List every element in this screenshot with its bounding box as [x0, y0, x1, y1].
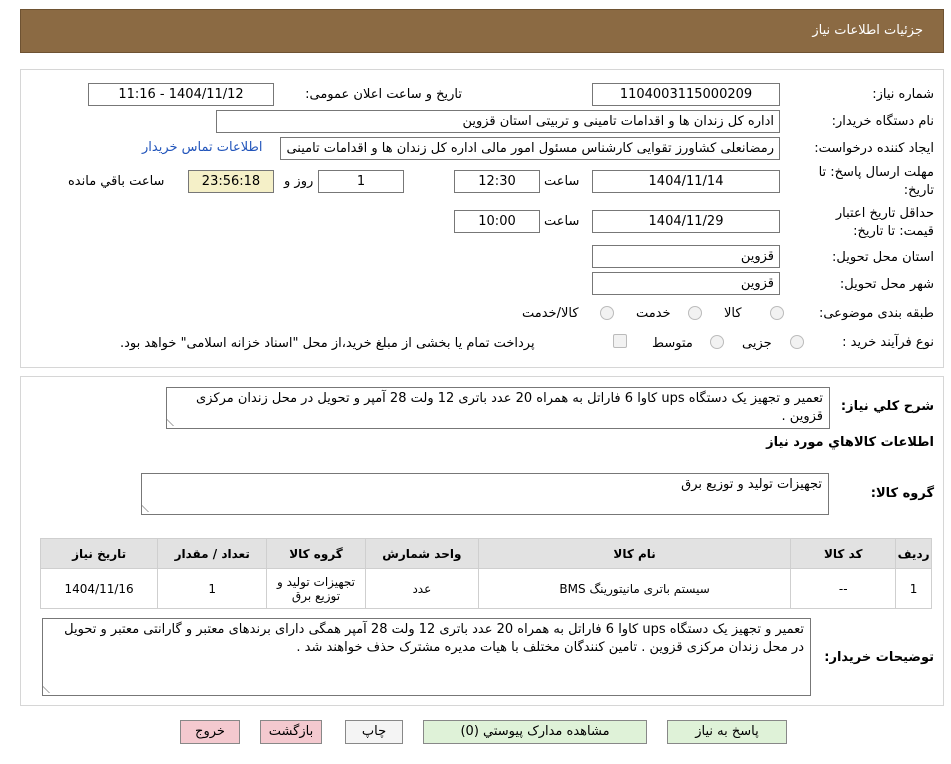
col-header-unit: واحد شمارش — [364, 538, 479, 569]
process-radio-minor[interactable] — [790, 335, 804, 349]
category-radio-goods-service[interactable] — [600, 306, 614, 320]
requester-label: ایجاد کننده درخواست: — [814, 141, 934, 156]
deadline-label: مهلت ارسال پاسخ: تا — [818, 165, 934, 180]
deadline-date-field[interactable]: 1404/11/14 — [592, 170, 780, 193]
buyer-label: نام دستگاه خریدار: — [831, 114, 934, 129]
process-label: نوع فرآیند خرید : — [842, 335, 934, 350]
col-header-goods-name: نام کالا — [477, 538, 792, 569]
deadline-time-label: ساعت — [544, 174, 580, 189]
cell-goods-group: تجهیزات تولید و توزیع برق — [266, 568, 366, 609]
goods-table: رديف کد کالا نام کالا واحد شمارش گروه کا… — [39, 538, 932, 609]
summary-label: شرح کلي نياز: — [840, 399, 934, 414]
treasury-payment-note: پرداخت تمام یا بخشی از مبلغ خرید،از محل … — [120, 336, 535, 351]
exit-button[interactable]: خروج — [180, 720, 240, 744]
cell-quantity: 1 — [157, 568, 268, 609]
category-radio-service[interactable] — [688, 306, 702, 320]
province-field[interactable]: قزوین — [592, 245, 780, 268]
category-option-goods-service: کالا/خدمت — [522, 306, 579, 321]
buyer-notes-textarea[interactable]: تعمیر و تجهیز یک دستگاه ups کاوا 6 فارات… — [42, 618, 811, 696]
buyer-notes-text: تعمیر و تجهیز یک دستگاه ups کاوا 6 فارات… — [64, 622, 804, 655]
remaining-time-field: 23:56:18 — [188, 170, 274, 193]
buyer-notes-label: توضیحات خریدار: — [824, 650, 934, 665]
cell-goods-code: -- — [790, 568, 897, 609]
cell-need-date: 1404/11/16 — [39, 568, 159, 609]
goods-group-textarea[interactable]: تجهیزات تولید و توزیع برق — [141, 473, 829, 515]
city-field[interactable]: قزوین — [592, 272, 780, 295]
goods-group-label: گروه کالا: — [870, 486, 934, 501]
process-option-medium: متوسط — [652, 336, 693, 351]
goods-section-title: اطلاعات كالاهاي مورد نياز — [766, 435, 934, 450]
category-radio-goods[interactable] — [770, 306, 784, 320]
buyer-contact-link[interactable]: اطلاعات تماس خریدار — [142, 140, 262, 155]
need-number-label: شماره نیاز: — [872, 87, 934, 102]
validity-time-label: ساعت — [544, 214, 580, 229]
deadline-label-2: تاریخ: — [903, 183, 934, 198]
treasury-payment-checkbox[interactable] — [613, 334, 627, 348]
days-field[interactable]: 1 — [318, 170, 404, 193]
table-row[interactable]: 1 -- سیستم باتری مانیتورینگ BMS عدد تجهی… — [39, 568, 932, 609]
col-header-quantity: تعداد / مقدار — [157, 538, 268, 569]
category-option-goods: کالا — [724, 306, 742, 321]
cell-unit: عدد — [364, 568, 479, 609]
resize-grip-icon[interactable] — [43, 685, 57, 693]
validity-label-2: قیمت: تا تاریخ: — [853, 224, 934, 239]
process-radio-medium[interactable] — [710, 335, 724, 349]
validity-time-field[interactable]: 10:00 — [454, 210, 540, 233]
need-number-field[interactable]: 1104003115000209 — [592, 83, 780, 106]
days-label: روز و — [284, 174, 314, 189]
table-header-row: رديف کد کالا نام کالا واحد شمارش گروه کا… — [39, 538, 932, 569]
announce-field[interactable]: 1404/11/12 - 11:16 — [88, 83, 274, 106]
category-option-service: خدمت — [636, 306, 671, 321]
col-header-row-number: رديف — [895, 538, 932, 569]
resize-grip-icon[interactable] — [142, 504, 156, 512]
cell-goods-name: سیستم باتری مانیتورینگ BMS — [477, 568, 792, 609]
city-label: شهر محل تحویل: — [839, 277, 934, 292]
print-button[interactable]: چاپ — [345, 720, 403, 744]
resize-grip-icon[interactable] — [167, 418, 181, 426]
requester-field[interactable]: رمضانعلی کشاورز تقوایی کارشناس مسئول امو… — [280, 137, 780, 160]
announce-label: تاریخ و ساعت اعلان عمومی: — [305, 87, 462, 102]
col-header-need-date: تاریخ نیاز — [39, 538, 159, 569]
deadline-time-field[interactable]: 12:30 — [454, 170, 540, 193]
col-header-goods-group: گروه کالا — [266, 538, 366, 569]
goods-group-text: تجهیزات تولید و توزیع برق — [681, 477, 822, 492]
validity-date-field[interactable]: 1404/11/29 — [592, 210, 780, 233]
summary-text: تعمیر و تجهیز یک دستگاه ups کاوا 6 فارات… — [196, 391, 823, 424]
page-title: جزئیات اطلاعات نیاز — [812, 23, 923, 38]
cell-row-number: 1 — [895, 568, 932, 609]
reply-button[interactable]: پاسخ به نیاز — [667, 720, 787, 744]
back-button[interactable]: بازگشت — [260, 720, 322, 744]
validity-label: حداقل تاریخ اعتبار — [835, 206, 934, 221]
category-label: طبقه بندی موضوعی: — [818, 306, 934, 321]
page-header: جزئیات اطلاعات نیاز — [20, 9, 944, 53]
process-option-minor: جزیی — [742, 336, 772, 351]
province-label: استان محل تحویل: — [832, 250, 934, 265]
col-header-goods-code: کد کالا — [790, 538, 897, 569]
summary-textarea[interactable]: تعمیر و تجهیز یک دستگاه ups کاوا 6 فارات… — [166, 387, 830, 429]
buyer-field[interactable]: اداره کل زندان ها و اقدامات تامینی و ترب… — [216, 110, 780, 133]
view-attachments-button[interactable]: مشاهده مدارک پیوستي (0) — [423, 720, 647, 744]
remaining-label: ساعت باقي مانده — [68, 174, 165, 189]
